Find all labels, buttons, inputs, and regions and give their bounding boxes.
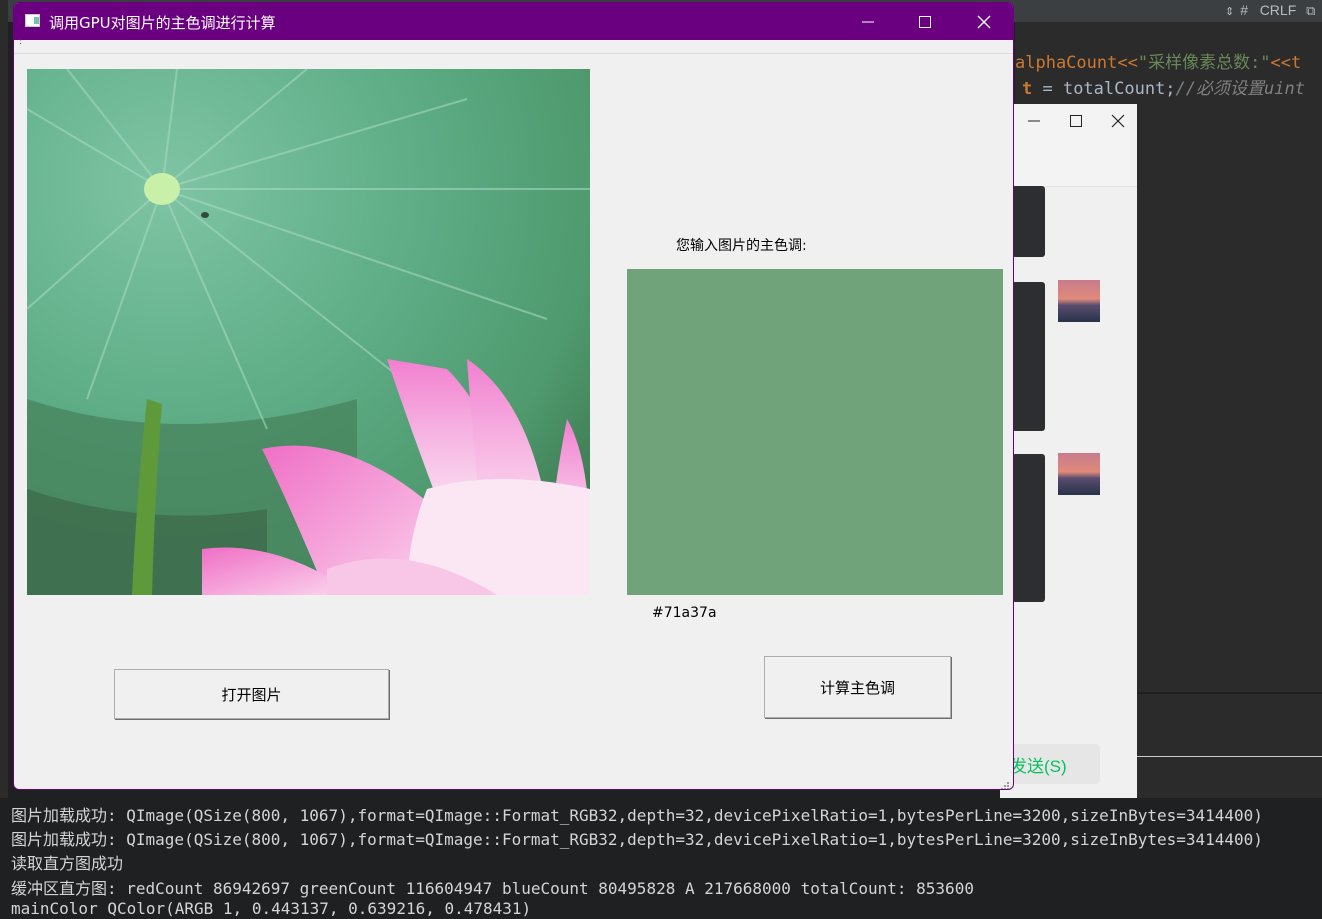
updown-icon: ⇕ [1225,6,1235,18]
console-line: 缓冲区直方图: redCount 86942697 greenCount 116… [11,879,974,898]
chat-message-screenshot[interactable] [1012,454,1045,602]
minimize-icon[interactable] [1027,114,1041,132]
app-icon [25,14,40,27]
console-line: 图片加载成功: QImage(QSize(800, 1067),format=Q… [11,806,1263,825]
maximize-icon [919,15,931,28]
maximize-icon[interactable] [1069,114,1083,132]
main-color-swatch [627,269,1003,595]
chat-titlebar [1000,104,1137,187]
minimize-button[interactable] [839,3,897,40]
menu-bar[interactable]: : [14,37,1013,54]
ide-gutter [0,0,8,800]
console-line: 读取直方图成功 [11,854,124,873]
compute-main-color-button[interactable]: 计算主色调 [764,656,951,718]
window-title: 调用GPU对图片的主色调进行计算 [49,14,276,32]
console-line: mainColor QColor(ARGB 1, 0.443137, 0.639… [11,899,532,918]
code-line-1: alphaCount<<"采样像素总数:"<<t [1015,53,1302,73]
maximize-button[interactable] [896,3,954,40]
main-color-hex: #71a37a [652,605,717,621]
window-restore-icon[interactable]: ⧉ [1306,3,1315,18]
menu-grip: : [19,37,23,47]
loaded-image-preview [27,69,590,595]
close-button[interactable] [955,3,1013,40]
ide-status-hash: # [1240,2,1249,18]
main-color-label: 您输入图片的主色调: [676,238,807,254]
ide-side-panel [1137,104,1322,694]
main-window: 调用GPU对图片的主色调进行计算 : 您输入图片的主色调: #71a37a 打开… [13,2,1014,790]
ide-status-bar: ⇕ # CRLF ⧉ [1225,2,1315,19]
send-button-label: 发送(S) [1010,757,1067,776]
console-output[interactable]: 图片加载成功: QImage(QSize(800, 1067),format=Q… [0,798,1322,919]
console-line: 图片加载成功: QImage(QSize(800, 1067),format=Q… [11,830,1263,849]
close-icon[interactable] [1111,114,1125,132]
ide-line-ending[interactable]: CRLF [1260,2,1297,18]
code-line-2: t = totalCount;//必须设置uint [1022,79,1305,99]
window-titlebar[interactable]: 调用GPU对图片的主色调进行计算 [14,3,1013,40]
chat-message-screenshot[interactable] [1012,186,1045,257]
open-image-button[interactable]: 打开图片 [114,669,389,719]
ide-code-editor[interactable]: alphaCount<<"采样像素总数:"<<t t = totalCount;… [1015,22,1322,104]
chat-avatar[interactable] [1058,280,1100,322]
resize-grip-icon[interactable] [1000,776,1010,789]
minimize-icon [862,21,874,22]
chat-message-screenshot[interactable] [1012,282,1045,431]
close-icon [977,15,991,28]
chat-avatar[interactable] [1058,453,1100,495]
